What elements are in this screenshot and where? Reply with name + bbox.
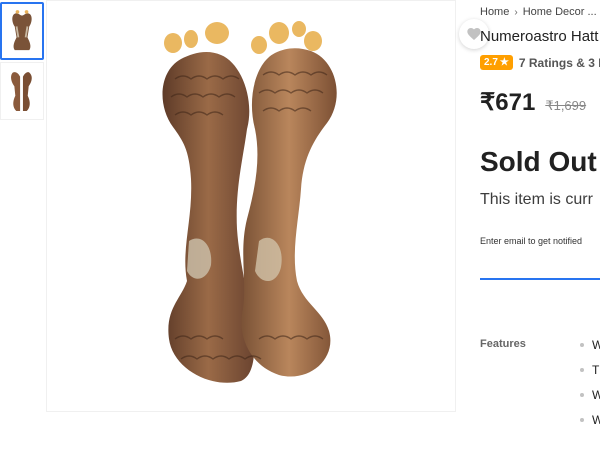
feature-text: W — [592, 337, 600, 352]
original-price: ₹1,699 — [545, 98, 587, 113]
product-title: Numeroastro Hatt — [480, 28, 599, 45]
feature-item: T — [580, 357, 600, 382]
product-image-container — [46, 0, 489, 412]
selling-price: ₹671 — [480, 89, 536, 116]
notify-email-label: Enter email to get notified — [480, 236, 583, 246]
product-details: Home › Home Decor ... Numeroastro Hatt 2… — [480, 0, 600, 450]
feature-item: W — [580, 407, 600, 432]
star-icon: ★ — [499, 57, 509, 68]
product-image — [162, 21, 337, 383]
feature-text: T — [592, 362, 600, 377]
unavailable-message: This item is curr — [480, 191, 593, 208]
feature-item: W — [580, 332, 600, 357]
notify-email-input[interactable] — [480, 278, 600, 280]
thumbnail-image-2 — [11, 72, 32, 112]
breadcrumb: Home › Home Decor ... — [480, 6, 597, 18]
thumbnail-2[interactable] — [0, 62, 44, 120]
sold-out-heading: Sold Out — [480, 146, 597, 177]
bullet-icon — [580, 392, 584, 397]
bullet-icon — [580, 367, 584, 372]
feature-list: W T W W — [580, 332, 600, 432]
breadcrumb-category[interactable]: Home Decor ... — [523, 6, 597, 18]
breadcrumb-home[interactable]: Home — [480, 6, 509, 18]
thumbnail-1[interactable] — [0, 2, 44, 60]
feature-text: W — [592, 387, 600, 402]
feature-item: W — [580, 382, 600, 407]
breadcrumb-separator: › — [514, 6, 518, 18]
ratings-reviews-link[interactable]: 7 Ratings & 3 Re — [519, 56, 600, 70]
rating-badge: 2.7 ★ — [480, 55, 513, 70]
bullet-icon — [580, 342, 584, 347]
rating-value: 2.7 — [484, 57, 498, 68]
features-label: Features — [480, 338, 526, 350]
rating-row: 2.7 ★ 7 Ratings & 3 Re — [480, 55, 600, 70]
feature-text: W — [592, 412, 600, 427]
bullet-icon — [580, 417, 584, 422]
thumbnail-image-1 — [12, 10, 32, 51]
price-row: ₹671 ₹1,699 — [480, 88, 586, 117]
